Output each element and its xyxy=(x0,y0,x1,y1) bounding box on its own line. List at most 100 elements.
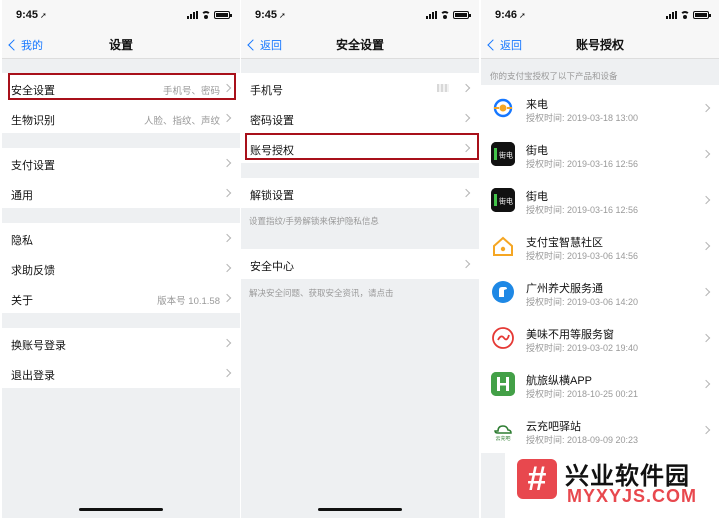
settings-row-about[interactable]: 关于 版本号 10.1.58 xyxy=(2,283,240,313)
stage: 9:45 ➚ 我的 设置 安全设置 手机号、密码 生物识别 人脸、指纹、声纹 支付… xyxy=(0,0,720,518)
chevron-right-icon xyxy=(222,263,232,273)
auth-item-laidian[interactable]: 来电 授权时间: 2019-03-18 13:00 xyxy=(481,85,719,131)
auth-item-cloud-charge[interactable]: 云充吧 云充吧驿站 授权时间: 2018-09-09 20:23 xyxy=(481,407,719,453)
auth-item-hanglv[interactable]: 航旅纵横APP 授权时间: 2018-10-25 00:21 xyxy=(481,361,719,407)
chevron-right-icon xyxy=(222,293,232,303)
row-label: 生物识别 xyxy=(11,115,55,127)
settings-row-general[interactable]: 通用 xyxy=(2,178,240,208)
settings-row-biometrics[interactable]: 生物识别 人脸、指纹、声纹 xyxy=(2,103,240,133)
dog-service-icon xyxy=(491,280,515,304)
app-name: 支付宝智慧社区 xyxy=(526,237,603,249)
auth-item-dog-service[interactable]: 广州养犬服务通 授权时间: 2019-03-06 14:20 xyxy=(481,269,719,315)
settings-row-switch-account[interactable]: 换账号登录 xyxy=(2,328,240,358)
wifi-icon xyxy=(201,11,211,19)
account-authorization-screen: 9:46 ➚ 返回 账号授权 你的支付宝授权了以下产品和设备 来电 授权时间: 2… xyxy=(481,0,719,518)
auth-list-header: 你的支付宝授权了以下产品和设备 xyxy=(490,71,618,81)
signal-icon xyxy=(187,11,198,19)
nav-bar: 返回 账号授权 xyxy=(481,28,719,59)
auth-time: 授权时间: 2018-09-09 20:23 xyxy=(526,435,639,445)
row-label: 求助反馈 xyxy=(11,265,55,277)
settings-row-feedback[interactable]: 求助反馈 xyxy=(2,253,240,283)
auth-time: 授权时间: 2019-03-06 14:56 xyxy=(526,251,639,261)
page-title: 安全设置 xyxy=(335,38,384,52)
highlight-box xyxy=(245,133,479,160)
laidian-icon xyxy=(491,96,515,120)
status-icons xyxy=(426,10,471,19)
house-icon xyxy=(491,234,515,258)
wifi-icon xyxy=(680,11,690,19)
security-row-security-center[interactable]: 安全中心 xyxy=(241,249,479,279)
battery-icon xyxy=(214,11,232,19)
settings-row-logout[interactable]: 退出登录 xyxy=(2,358,240,388)
chevron-right-icon xyxy=(222,113,232,123)
nav-bar: 返回 安全设置 xyxy=(241,28,479,59)
chevron-right-icon xyxy=(701,241,711,251)
chevron-right-icon xyxy=(222,158,232,168)
auth-time: 授权时间: 2018-10-25 00:21 xyxy=(526,389,639,399)
jiedian-icon-text: 街电 xyxy=(499,151,513,160)
app-name: 云充吧驿站 xyxy=(526,421,581,433)
row-label: 安全中心 xyxy=(250,261,294,273)
row-value: 人脸、指纹、声纹 xyxy=(143,116,220,127)
signal-icon xyxy=(666,11,677,19)
auth-time: 授权时间: 2019-03-06 14:20 xyxy=(526,297,639,307)
security-settings-screen: 9:45 ➚ 返回 安全设置 手机号 密码设置 账号授权 解锁设置 设置指纹/手… xyxy=(241,0,479,518)
row-label: 关于 xyxy=(11,295,33,307)
wifi-icon xyxy=(440,11,450,19)
masked-phone-value xyxy=(437,84,449,92)
row-label: 隐私 xyxy=(11,235,33,247)
status-bar: 9:45 ➚ xyxy=(2,0,240,28)
jiedian-icon: 街电 xyxy=(491,142,515,166)
app-name: 街电 xyxy=(526,145,548,157)
auth-item-jiedian-2[interactable]: 街电 街电 授权时间: 2019-03-16 12:56 xyxy=(481,177,719,223)
highlight-box xyxy=(8,73,236,100)
chevron-right-icon xyxy=(222,338,232,348)
auth-item-smart-community[interactable]: 支付宝智慧社区 授权时间: 2019-03-06 14:56 xyxy=(481,223,719,269)
page-title: 设置 xyxy=(108,38,133,52)
status-bar: 9:46 ➚ xyxy=(481,0,719,28)
app-name: 美味不用等服务窗 xyxy=(526,329,614,341)
app-name: 街电 xyxy=(526,191,548,203)
chevron-right-icon xyxy=(222,368,232,378)
chevron-right-icon xyxy=(701,425,711,435)
security-row-password[interactable]: 密码设置 xyxy=(241,103,479,133)
jiedian-icon: 街电 xyxy=(491,188,515,212)
signal-icon xyxy=(426,11,437,19)
row-label: 退出登录 xyxy=(11,370,55,382)
settings-row-privacy[interactable]: 隐私 xyxy=(2,223,240,253)
chevron-right-icon xyxy=(701,149,711,159)
auth-item-jiedian[interactable]: 街电 街电 授权时间: 2019-03-16 12:56 xyxy=(481,131,719,177)
status-time: 9:45 ➚ xyxy=(16,9,47,21)
chevron-right-icon xyxy=(461,113,471,123)
page-title: 账号授权 xyxy=(575,38,624,52)
chevron-right-icon xyxy=(461,83,471,93)
security-row-phone[interactable]: 手机号 xyxy=(241,73,479,103)
chevron-right-icon xyxy=(461,188,471,198)
auth-time: 授权时间: 2019-03-18 13:00 xyxy=(526,113,639,123)
app-name: 广州养犬服务通 xyxy=(526,283,603,295)
hanglv-icon xyxy=(491,372,515,396)
status-icons xyxy=(666,10,711,19)
unlock-description: 设置指纹/手势解锁来保护隐私信息 xyxy=(249,216,379,226)
status-time: 9:46 ➚ xyxy=(495,9,526,21)
battery-icon xyxy=(693,11,711,19)
auth-item-meiwei[interactable]: 美味不用等服务窗 授权时间: 2019-03-02 19:40 xyxy=(481,315,719,361)
row-label: 密码设置 xyxy=(250,115,294,127)
cloud-charge-icon: 云充吧 xyxy=(491,418,515,442)
status-icons xyxy=(187,10,232,19)
chevron-right-icon xyxy=(701,333,711,343)
site-watermark: # 兴业软件园 MYXYJS.COM xyxy=(505,452,720,518)
chevron-right-icon xyxy=(222,233,232,243)
security-row-unlock[interactable]: 解锁设置 xyxy=(241,178,479,208)
chevron-right-icon xyxy=(222,188,232,198)
status-time: 9:45 ➚ xyxy=(255,9,286,21)
app-name: 来电 xyxy=(526,99,548,111)
watermark-domain-text: MYXYJS.COM xyxy=(567,486,698,506)
row-label: 通用 xyxy=(11,190,33,202)
row-value: 版本号 10.1.58 xyxy=(157,296,220,307)
watermark-logo-icon: # xyxy=(517,459,557,499)
settings-row-payment[interactable]: 支付设置 xyxy=(2,148,240,178)
auth-time: 授权时间: 2019-03-16 12:56 xyxy=(526,159,639,169)
chevron-right-icon xyxy=(701,195,711,205)
settings-screen: 9:45 ➚ 我的 设置 安全设置 手机号、密码 生物识别 人脸、指纹、声纹 支付… xyxy=(2,0,240,518)
